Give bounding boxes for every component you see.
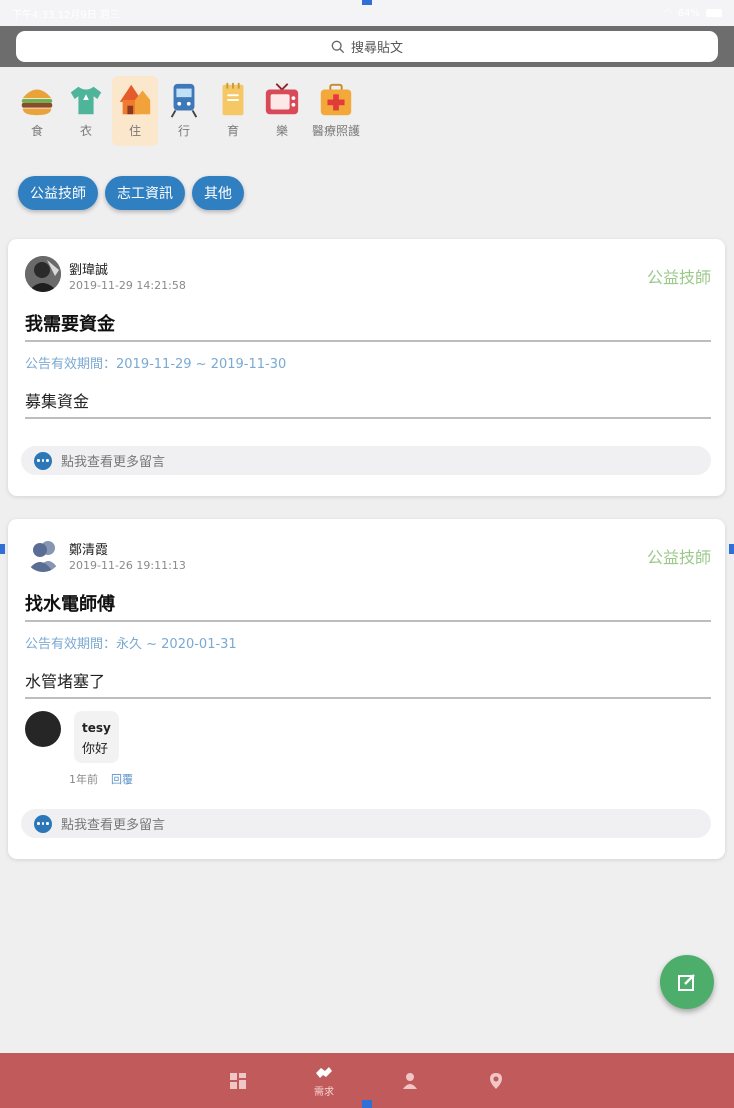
search-icon xyxy=(331,40,345,53)
comment-avatar[interactable] xyxy=(25,711,61,747)
divider xyxy=(25,417,711,419)
view-more-comments-button[interactable]: 點我查看更多留言 xyxy=(21,809,711,838)
post-validity: 公告有效期間：永久 ~ 2020-01-31 xyxy=(25,637,237,652)
category-label: 育 xyxy=(226,124,239,138)
post-author: 鄭清霞 xyxy=(69,543,109,558)
category-label: 食 xyxy=(30,124,43,138)
divider xyxy=(25,340,711,342)
handshake-icon xyxy=(316,1067,332,1078)
map-pin-icon xyxy=(490,1072,502,1089)
status-time-date: 下午4:33 12月9日 週三 xyxy=(12,6,120,21)
reply-button[interactable]: 回覆 xyxy=(111,771,133,787)
post-category-tag: 公益技師 xyxy=(646,268,711,287)
comment-bubble: tesy 你好 xyxy=(74,711,119,763)
category-entertainment[interactable]: 樂 xyxy=(259,76,305,146)
avatar[interactable] xyxy=(25,256,61,292)
category-transport[interactable]: 行 xyxy=(161,76,207,146)
post-category-tag: 公益技師 xyxy=(646,548,711,567)
chip-volunteer[interactable]: 志工資訊 xyxy=(105,176,185,210)
shirt-icon xyxy=(67,80,105,120)
nav-home[interactable] xyxy=(220,1071,256,1091)
post-time: 2019-11-29 14:21:58 xyxy=(69,279,186,292)
view-more-comments-label: 點我查看更多留言 xyxy=(61,818,166,833)
comment-text: 你好 xyxy=(82,742,109,757)
view-more-comments-button[interactable]: 點我查看更多留言 xyxy=(21,446,711,475)
notebook-icon xyxy=(214,80,252,120)
comment-time: 1年前 xyxy=(69,773,98,786)
category-label: 住 xyxy=(128,124,141,138)
category-clothing[interactable]: 衣 xyxy=(63,76,109,146)
chip-other[interactable]: 其他 xyxy=(192,176,244,210)
category-housing[interactable]: 住 xyxy=(112,76,158,146)
post-title: 我需要資金 xyxy=(25,314,115,335)
avatar[interactable] xyxy=(25,536,61,572)
nav-needs[interactable]: 需求 xyxy=(306,1063,342,1098)
category-label: 衣 xyxy=(79,124,92,138)
nav-profile[interactable] xyxy=(392,1071,428,1091)
divider xyxy=(25,620,711,622)
search-bar: 搜尋貼文 xyxy=(0,26,734,67)
resize-handle xyxy=(362,0,372,5)
status-time: 下午4:33 xyxy=(12,9,55,21)
category-medical[interactable]: 醫療照護 xyxy=(308,76,364,146)
comment-user: tesy xyxy=(82,721,111,735)
person-icon xyxy=(403,1072,417,1089)
category-food[interactable]: 食 xyxy=(14,76,60,146)
chip-engineer[interactable]: 公益技師 xyxy=(18,176,98,210)
post-author: 劉瑋誠 xyxy=(69,263,109,278)
new-post-button[interactable] xyxy=(660,955,714,1009)
post-card[interactable]: 劉瑋誠 2019-11-29 14:21:58 公益技師 我需要資金 公告有效期… xyxy=(8,239,725,496)
category-bar: 食 衣 住 行 育 樂 醫療照護 xyxy=(14,76,364,148)
post-body: 募集資金 xyxy=(25,392,90,411)
house-icon xyxy=(116,80,154,120)
category-label: 醫療照護 xyxy=(311,124,360,138)
category-education[interactable]: 育 xyxy=(210,76,256,146)
category-label: 行 xyxy=(177,124,190,138)
comment-meta: 1年前 回覆 xyxy=(69,771,133,787)
status-date: 12月9日 週三 xyxy=(57,9,120,21)
nav-needs-label: 需求 xyxy=(314,1087,334,1098)
medical-kit-icon xyxy=(317,80,355,120)
chat-bubble-icon xyxy=(34,814,52,833)
nav-map[interactable] xyxy=(478,1071,514,1091)
resize-handle xyxy=(729,544,734,554)
edit-icon xyxy=(678,974,695,991)
wifi-icon: ◠ xyxy=(663,7,672,19)
post-body: 水管堵塞了 xyxy=(25,672,106,691)
post-title: 找水電師傅 xyxy=(25,594,115,615)
post-card[interactable]: 鄭清霞 2019-11-26 19:11:13 公益技師 找水電師傅 公告有效期… xyxy=(8,519,725,859)
resize-handle xyxy=(362,1100,372,1108)
status-right: ◠ 84% xyxy=(663,8,722,19)
divider xyxy=(25,697,711,699)
tv-icon xyxy=(263,80,301,120)
chat-bubble-icon xyxy=(34,451,52,470)
filter-chips: 公益技師 志工資訊 其他 xyxy=(18,176,244,210)
post-time: 2019-11-26 19:11:13 xyxy=(69,559,186,572)
category-label: 樂 xyxy=(275,124,288,138)
view-more-comments-label: 點我查看更多留言 xyxy=(61,455,166,470)
resize-handle xyxy=(0,544,5,554)
battery-percent: 84% xyxy=(677,7,700,19)
grid-icon xyxy=(230,1072,246,1089)
battery-icon xyxy=(706,9,722,17)
post-validity: 公告有效期間：2019-11-29 ~ 2019-11-30 xyxy=(25,357,287,372)
search-input[interactable]: 搜尋貼文 xyxy=(16,31,718,62)
hamburger-icon xyxy=(18,80,56,120)
train-icon xyxy=(165,80,203,120)
search-placeholder: 搜尋貼文 xyxy=(350,41,403,56)
